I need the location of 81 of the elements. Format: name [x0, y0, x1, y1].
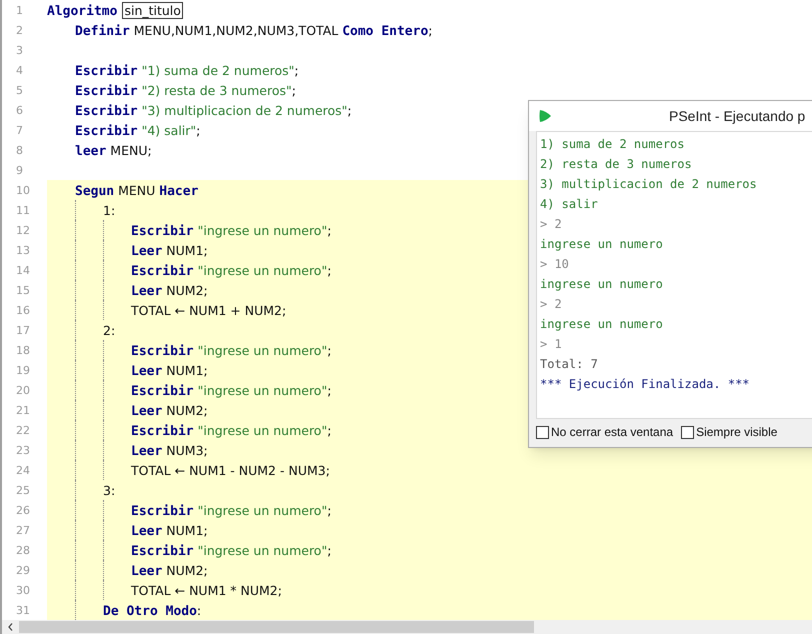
line-number: 21 [15, 404, 30, 417]
line-number: 17 [15, 324, 30, 337]
checkbox-label[interactable]: Siempre visible [696, 423, 778, 441]
code-line: TOTAL ← NUM1 * NUM2; [131, 582, 282, 600]
line-number: 20 [15, 384, 30, 397]
line-number: 14 [15, 264, 30, 277]
code-line: Escribir "ingrese un numero"; [131, 502, 332, 521]
line-number: 3 [15, 44, 23, 57]
code-line: Leer NUM2; [131, 282, 208, 301]
code-line: Leer NUM2; [131, 402, 208, 421]
code-line: Leer NUM2; [131, 562, 208, 581]
console-line: ingrese un numero [540, 316, 663, 333]
line-number: 19 [15, 364, 30, 377]
line-number: 7 [15, 124, 23, 137]
scrollbar-thumb[interactable] [19, 621, 534, 633]
code-line: Segun MENU Hacer [75, 182, 198, 201]
console-line: 1) suma de 2 numeros [540, 136, 684, 153]
code-line: 3: [103, 482, 116, 500]
line-number: 30 [15, 584, 30, 597]
code-line: De Otro Modo: [103, 602, 202, 620]
window-title: PSeInt - Ejecutando p [669, 106, 806, 126]
checkbox[interactable] [681, 426, 694, 438]
line-number: 5 [15, 84, 23, 97]
line-number: 6 [15, 104, 23, 117]
code-line: 1: [103, 202, 116, 220]
line-number: 23 [15, 444, 30, 457]
line-number: 12 [15, 224, 30, 237]
line-number: 26 [15, 504, 30, 517]
console-line: 2) resta de 3 numeros [540, 156, 692, 173]
console-line: *** Ejecución Finalizada. *** [540, 376, 750, 393]
line-number: 2 [15, 24, 23, 37]
line-number: 25 [15, 484, 30, 497]
code-line: leer MENU; [75, 142, 152, 161]
console-line: Total: 7 [540, 356, 598, 373]
play-icon [538, 109, 552, 123]
code-line: Escribir "2) resta de 3 numeros"; [75, 82, 296, 101]
code-line: Escribir "3) multiplicacion de 2 numeros"; [75, 102, 352, 121]
code-line: Leer NUM3; [131, 442, 208, 461]
scroll-left-icon[interactable] [8, 623, 13, 631]
code-line: TOTAL ← NUM1 + NUM2; [131, 302, 286, 320]
line-number: 27 [15, 524, 30, 537]
line-number: 31 [15, 604, 30, 617]
console-line: > 2 [540, 296, 562, 313]
code-line: Leer NUM1; [131, 242, 208, 261]
line-number: 22 [15, 424, 30, 437]
line-number: 10 [15, 184, 30, 197]
console-line: ingrese un numero [540, 276, 663, 293]
line-number: 15 [15, 284, 30, 297]
code-line: Escribir "ingrese un numero"; [131, 542, 332, 561]
line-number: 1 [15, 4, 23, 17]
code-line: Escribir "ingrese un numero"; [131, 342, 332, 361]
line-number: 24 [15, 464, 30, 477]
console-line: ingrese un numero [540, 236, 663, 253]
code-line: TOTAL ← NUM1 - NUM2 - NUM3; [131, 462, 330, 480]
line-number: 4 [15, 64, 23, 77]
code-line: Escribir "ingrese un numero"; [131, 262, 332, 281]
console-line: 3) multiplicacion de 2 numeros [540, 176, 757, 193]
line-number: 16 [15, 304, 30, 317]
console-line: 4) salir [540, 196, 598, 213]
console-line: > 2 [540, 216, 562, 233]
console-line: > 10 [540, 256, 569, 273]
code-line: Definir MENU,NUM1,NUM2,NUM3,TOTAL Como Entero; [75, 22, 432, 41]
code-line: Escribir "ingrese un numero"; [131, 422, 332, 441]
line-number: 11 [15, 204, 30, 217]
code-line: Algoritmo sin_titulo [47, 1, 183, 21]
line-number: 8 [15, 144, 23, 157]
code-line: Leer NUM1; [131, 522, 208, 541]
line-number: 9 [15, 164, 23, 177]
checkbox[interactable] [536, 426, 549, 438]
code-line: Escribir "1) suma de 2 numeros"; [75, 62, 299, 81]
console-line: > 1 [540, 336, 562, 353]
checkbox-label[interactable]: No cerrar esta ventana [551, 423, 674, 441]
code-line: Leer NUM1; [131, 362, 208, 381]
line-number: 18 [15, 344, 30, 357]
code-line: Escribir "4) salir"; [75, 122, 200, 141]
line-number: 29 [15, 564, 30, 577]
line-number: 13 [15, 244, 30, 257]
code-line: 2: [103, 322, 116, 340]
code-line: Escribir "ingrese un numero"; [131, 222, 332, 241]
line-number: 28 [15, 544, 30, 557]
code-line: Escribir "ingrese un numero"; [131, 382, 332, 401]
